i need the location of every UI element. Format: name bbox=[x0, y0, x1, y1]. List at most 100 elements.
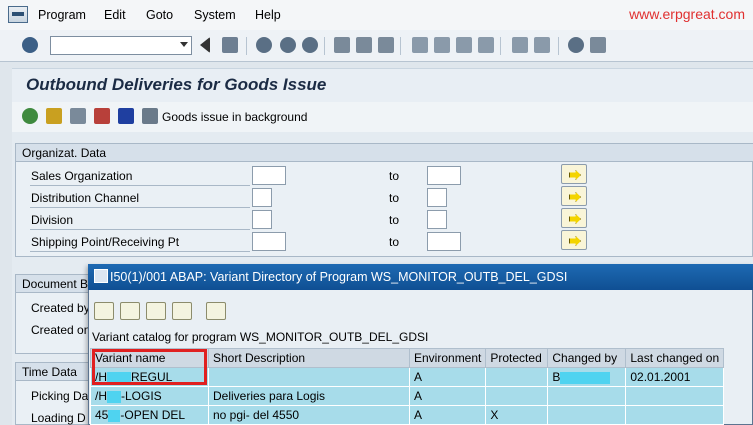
shortcut-icon[interactable] bbox=[534, 37, 550, 53]
created-by-label: Created by bbox=[31, 301, 90, 315]
find-icon[interactable] bbox=[356, 37, 372, 53]
toolbar-separator bbox=[246, 37, 247, 55]
cancel-icon[interactable] bbox=[302, 37, 318, 53]
document-data-title: Document B bbox=[22, 277, 89, 291]
shipping-point-to-input[interactable] bbox=[427, 232, 461, 251]
column-header-last-changed-on[interactable]: Last changed on bbox=[625, 348, 725, 368]
goods-issue-background-button[interactable]: Goods issue in background bbox=[162, 110, 307, 124]
sales-org-label: Sales Organization bbox=[31, 169, 133, 183]
save-icon[interactable] bbox=[222, 37, 238, 53]
toolbar-separator bbox=[400, 37, 401, 55]
sales-org-to-input[interactable] bbox=[427, 166, 461, 185]
changed-by-cell: B bbox=[547, 367, 627, 387]
picking-date-label: Picking Da bbox=[31, 389, 89, 403]
enter-icon[interactable] bbox=[22, 37, 38, 53]
org-data-group-header bbox=[16, 144, 753, 162]
shipping-point-from-input[interactable] bbox=[252, 232, 286, 251]
column-header-protected[interactable]: Protected bbox=[485, 348, 549, 368]
create-session-icon[interactable] bbox=[512, 37, 528, 53]
division-to-input[interactable] bbox=[427, 210, 447, 229]
division-from-input[interactable] bbox=[252, 210, 272, 229]
table-row[interactable]: 45 -OPEN DEL no pgi- del 4550 A X bbox=[90, 405, 725, 425]
shipping-point-multiple-selection-button[interactable] bbox=[561, 230, 587, 250]
label-underline bbox=[30, 229, 250, 230]
variant-name-suffix: -OPEN DEL bbox=[120, 408, 186, 422]
last-changed-on-cell bbox=[625, 386, 725, 406]
division-multiple-selection-button[interactable] bbox=[561, 208, 587, 228]
last-changed-on-cell: 02.01.2001 bbox=[625, 367, 725, 387]
shipping-point-label: Shipping Point/Receiving Pt bbox=[31, 235, 180, 249]
distribution-channel-to-label: to bbox=[389, 191, 400, 205]
variant-icon[interactable] bbox=[46, 108, 62, 124]
help-icon[interactable] bbox=[568, 37, 584, 53]
last-changed-on-cell bbox=[625, 405, 725, 425]
dialog-window-icon bbox=[94, 269, 108, 283]
column-header-short-description[interactable]: Short Description bbox=[208, 348, 410, 368]
protected-cell: X bbox=[485, 405, 549, 425]
layout-menu-icon[interactable] bbox=[590, 37, 606, 53]
back-icon[interactable] bbox=[256, 37, 272, 53]
environment-cell: A bbox=[408, 367, 487, 387]
short-description-cell bbox=[208, 367, 410, 387]
execute-icon[interactable] bbox=[22, 108, 38, 124]
label-underline bbox=[30, 185, 250, 186]
variant-catalog-text: Variant catalog for program WS_MONITOR_O… bbox=[92, 330, 429, 344]
environment-cell: A bbox=[408, 386, 487, 406]
sort-icon[interactable] bbox=[172, 302, 192, 320]
label-underline bbox=[30, 207, 250, 208]
protected-cell bbox=[485, 367, 549, 387]
table-row[interactable]: /H -LOGIS Deliveries para Logis A bbox=[90, 386, 725, 406]
loading-date-label: Loading D bbox=[31, 411, 86, 425]
menu-program[interactable]: Program bbox=[38, 8, 86, 22]
changed-by-cell bbox=[547, 405, 627, 425]
toolbar-separator bbox=[324, 37, 325, 55]
chevron-down-icon[interactable] bbox=[180, 42, 188, 47]
page-title: Outbound Deliveries for Goods Issue bbox=[26, 75, 327, 94]
distribution-channel-multiple-selection-button[interactable] bbox=[561, 186, 587, 206]
label-underline bbox=[30, 251, 250, 252]
selection-options-icon[interactable] bbox=[94, 108, 110, 124]
org-data-title: Organizat. Data bbox=[22, 146, 107, 160]
sales-org-from-input[interactable] bbox=[252, 166, 286, 185]
first-page-icon[interactable] bbox=[412, 37, 428, 53]
time-data-title: Time Data bbox=[22, 365, 77, 379]
division-label: Division bbox=[31, 213, 74, 227]
choose-button[interactable] bbox=[94, 302, 114, 320]
highlight-box bbox=[92, 349, 207, 385]
sales-org-to-label: to bbox=[389, 169, 400, 183]
variant-name-suffix: -LOGIS bbox=[121, 389, 162, 403]
shipping-point-to-label: to bbox=[389, 235, 400, 249]
distribution-channel-from-input[interactable] bbox=[252, 188, 272, 207]
print-icon[interactable] bbox=[206, 302, 226, 320]
environment-cell: A bbox=[408, 405, 487, 425]
filter-icon[interactable] bbox=[120, 302, 140, 320]
distribution-channel-label: Distribution Channel bbox=[31, 191, 140, 205]
print-icon[interactable] bbox=[334, 37, 350, 53]
column-header-environment[interactable]: Environment bbox=[408, 348, 487, 368]
column-header-changed-by[interactable]: Changed by bbox=[547, 348, 627, 368]
redaction bbox=[107, 390, 121, 403]
goods-issue-icon[interactable] bbox=[142, 108, 158, 124]
watermark: www.erpgreat.com bbox=[629, 6, 745, 22]
sales-org-multiple-selection-button[interactable] bbox=[561, 164, 587, 184]
variant-name-cell[interactable]: 45 -OPEN DEL bbox=[90, 405, 209, 425]
distribution-channel-to-input[interactable] bbox=[427, 188, 447, 207]
redaction bbox=[108, 409, 121, 422]
copy-icon[interactable] bbox=[70, 108, 86, 124]
exit-icon[interactable] bbox=[280, 37, 296, 53]
menu-system[interactable]: System bbox=[194, 8, 236, 22]
sap-menu-icon[interactable] bbox=[8, 6, 28, 23]
info-icon[interactable] bbox=[118, 108, 134, 124]
menu-goto[interactable]: Goto bbox=[146, 8, 173, 22]
next-page-icon[interactable] bbox=[456, 37, 472, 53]
dialog-title: I50(1)/001 ABAP: Variant Directory of Pr… bbox=[110, 270, 568, 284]
menu-help[interactable]: Help bbox=[255, 8, 281, 22]
variant-name-cell[interactable]: /H -LOGIS bbox=[90, 386, 209, 406]
menu-edit[interactable]: Edit bbox=[104, 8, 126, 22]
previous-page-icon[interactable] bbox=[434, 37, 450, 53]
last-page-icon[interactable] bbox=[478, 37, 494, 53]
find-next-icon[interactable] bbox=[378, 37, 394, 53]
command-field[interactable] bbox=[50, 36, 192, 55]
short-description-cell: no pgi- del 4550 bbox=[208, 405, 410, 425]
find-icon[interactable] bbox=[146, 302, 166, 320]
